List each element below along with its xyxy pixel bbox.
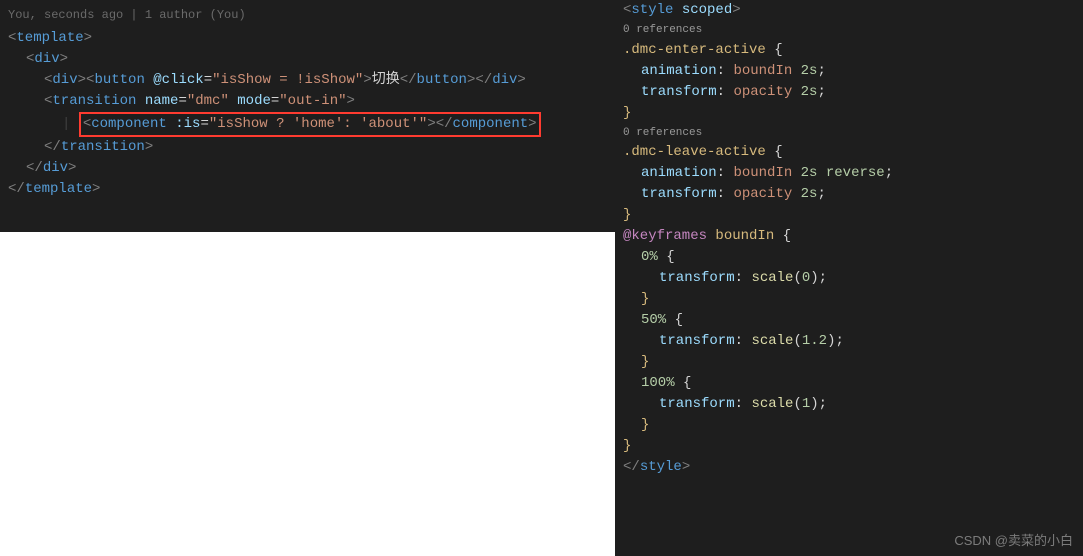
codelens-references[interactable]: 0 references — [623, 124, 1075, 143]
code-line-highlighted[interactable]: | <component :is="isShow ? 'home': 'abou… — [8, 112, 607, 137]
code-line[interactable]: <style scoped> — [623, 0, 1075, 21]
codelens-references[interactable]: 0 references — [623, 21, 1075, 40]
watermark: CSDN @卖菜的小白 — [954, 531, 1073, 551]
code-line[interactable]: } — [623, 289, 1075, 310]
code-line[interactable]: animation: boundIn 2s reverse; — [623, 163, 1075, 184]
code-line[interactable]: <div> — [8, 49, 607, 70]
code-line[interactable]: transform: scale(0); — [623, 268, 1075, 289]
code-line[interactable]: 100% { — [623, 373, 1075, 394]
code-line[interactable]: 0% { — [623, 247, 1075, 268]
code-line[interactable]: </div> — [8, 158, 607, 179]
git-blame-annotation: You, seconds ago | 1 author (You) — [8, 4, 607, 28]
code-line[interactable]: } — [623, 415, 1075, 436]
code-line[interactable]: transform: opacity 2s; — [623, 82, 1075, 103]
code-line[interactable]: animation: boundIn 2s; — [623, 61, 1075, 82]
editor-panes: You, seconds ago | 1 author (You) <templ… — [0, 0, 1083, 556]
code-line[interactable]: .dmc-leave-active { — [623, 142, 1075, 163]
code-line[interactable]: transform: scale(1.2); — [623, 331, 1075, 352]
code-line[interactable]: <div><button @click="isShow = !isShow">切… — [8, 70, 607, 91]
code-line[interactable]: .dmc-enter-active { — [623, 40, 1075, 61]
code-line[interactable]: } — [623, 103, 1075, 124]
code-line[interactable]: </template> — [8, 179, 607, 200]
code-line[interactable]: } — [623, 205, 1075, 226]
code-line[interactable]: } — [623, 352, 1075, 373]
code-line[interactable]: @keyframes boundIn { — [623, 226, 1075, 247]
code-line[interactable]: <transition name="dmc" mode="out-in"> — [8, 91, 607, 112]
right-editor[interactable]: <style scoped> 0 references .dmc-enter-a… — [615, 0, 1083, 556]
code-line[interactable]: } — [623, 436, 1075, 457]
highlight-box: <component :is="isShow ? 'home': 'about'… — [79, 112, 541, 137]
code-line[interactable]: </transition> — [8, 137, 607, 158]
code-line[interactable]: transform: opacity 2s; — [623, 184, 1075, 205]
left-editor[interactable]: You, seconds ago | 1 author (You) <templ… — [0, 0, 615, 232]
code-line[interactable]: transform: scale(1); — [623, 394, 1075, 415]
code-line[interactable]: 50% { — [623, 310, 1075, 331]
code-line[interactable]: </style> — [623, 457, 1075, 478]
code-line[interactable]: <template> — [8, 28, 607, 49]
